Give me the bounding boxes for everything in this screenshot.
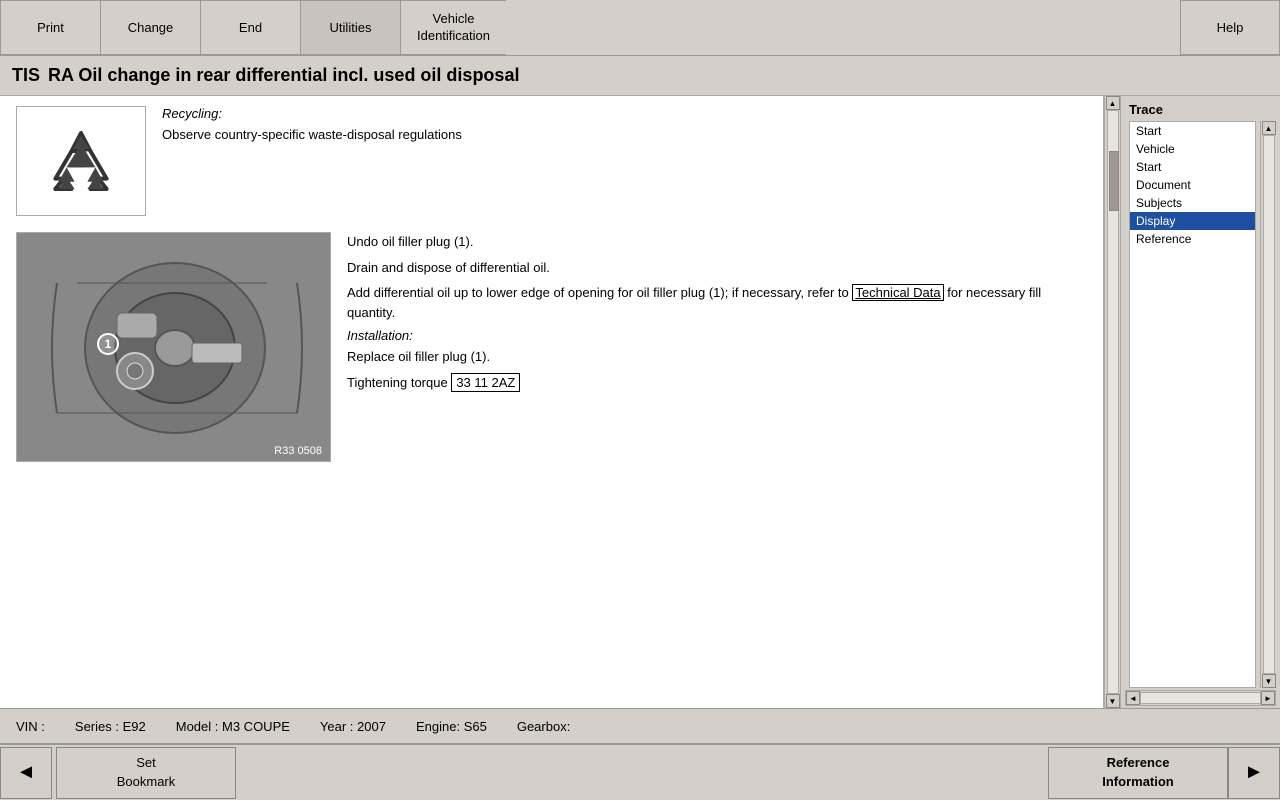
trace-item-document[interactable]: Document [1130,176,1255,194]
recycling-label: Recycling: [162,106,1087,121]
year-value: 2007 [357,719,386,734]
tightening-torque: Tightening torque 33 11 2AZ [347,373,1087,393]
utilities-button[interactable]: Utilities [300,0,400,55]
model-field: Model : M3 COUPE [176,719,290,734]
toolbar: Print Change End Utilities Vehicle Ident… [0,0,1280,56]
trace-scroll-left[interactable]: ◄ [1126,691,1140,705]
series-value: E92 [123,719,146,734]
torque-value[interactable]: 33 11 2AZ [451,373,520,392]
recycle-icon [41,121,121,201]
content-area: Recycling: Observe country-specific wast… [0,96,1104,708]
instruction-2: Drain and dispose of differential oil. [347,258,1087,278]
vin-label: VIN : [16,719,45,734]
differential-svg [17,233,331,462]
instructions-block: Undo oil filler plug (1). Drain and disp… [347,232,1087,462]
trace-item-vehicle[interactable]: Vehicle [1130,140,1255,158]
trace-item-start1[interactable]: Start [1130,122,1255,140]
trace-item-start2[interactable]: Start [1130,158,1255,176]
trace-item-display[interactable]: Display [1130,212,1255,230]
end-button[interactable]: End [200,0,300,55]
oil-change-section: 1 R33 0508 Undo oil filler plug (1). Dra… [16,232,1087,462]
recycling-text-block: Recycling: Observe country-specific wast… [162,106,1087,216]
series-label: Series : [75,719,119,734]
title-text: RA Oil change in rear differential incl.… [48,65,519,86]
change-button[interactable]: Change [100,0,200,55]
set-bookmark-button[interactable]: Set Bookmark [56,747,236,799]
help-button[interactable]: Help [1180,0,1280,55]
title-bar: TIS RA Oil change in rear differential i… [0,56,1280,96]
content-scrollbar: ▲ ▼ [1104,96,1120,708]
instruction-3-prefix: Add differential oil up to lower edge of… [347,285,852,300]
vehicle-id-button[interactable]: Vehicle Identification [400,0,506,55]
forward-button[interactable]: ► [1228,747,1280,799]
scroll-down-arrow[interactable]: ▼ [1106,694,1120,708]
installation-label: Installation: [347,328,1087,343]
image-label: R33 0508 [274,445,322,457]
print-button[interactable]: Print [0,0,100,55]
trace-list: Start Vehicle Start Document Subjects Di… [1129,121,1256,688]
tightening-prefix: Tightening torque [347,375,451,390]
recycling-section: Recycling: Observe country-specific wast… [16,106,1087,216]
engine-field: Engine: S65 [416,719,487,734]
reference-information-button[interactable]: Reference Information [1048,747,1228,799]
content-scroll-wrapper: Recycling: Observe country-specific wast… [0,96,1120,708]
gearbox-label: Gearbox: [517,719,570,734]
trace-panel: Trace Start Vehicle Start Document Subje… [1120,96,1280,708]
trace-scroll-down[interactable]: ▼ [1262,674,1276,688]
differential-image: 1 R33 0508 [16,232,331,462]
trace-scrollbar-h: ◄ ► [1125,690,1276,706]
trace-scroll-right[interactable]: ► [1261,691,1275,705]
technical-data-link[interactable]: Technical Data [852,284,943,301]
recycling-instruction: Observe country-specific waste-disposal … [162,125,1087,145]
year-label: Year : [320,719,354,734]
status-bar: VIN : Series : E92 Model : M3 COUPE Year… [0,708,1280,744]
circle-number-1: 1 [97,333,119,355]
engine-label: Engine: [416,719,460,734]
trace-item-reference[interactable]: Reference [1130,230,1255,248]
main-area: Recycling: Observe country-specific wast… [0,96,1280,708]
trace-h-track[interactable] [1140,692,1261,704]
trace-scroll-track[interactable] [1263,135,1275,674]
title-tis: TIS [12,65,40,86]
instruction-1: Undo oil filler plug (1). [347,232,1087,252]
trace-item-subjects[interactable]: Subjects [1130,194,1255,212]
model-value: M3 COUPE [222,719,290,734]
bottom-bar: ◄ Set Bookmark Reference Information ► [0,744,1280,800]
back-button[interactable]: ◄ [0,747,52,799]
trace-scrollbar-v: ▲ ▼ [1260,121,1276,688]
engine-value: S65 [464,719,487,734]
scroll-track[interactable] [1107,110,1119,694]
installation-instruction: Replace oil filler plug (1). [347,347,1087,367]
trace-header: Trace [1121,96,1280,121]
series-field: Series : E92 [75,719,146,734]
recycle-image [16,106,146,216]
instruction-3: Add differential oil up to lower edge of… [347,283,1087,322]
trace-scroll-up[interactable]: ▲ [1262,121,1276,135]
scroll-thumb[interactable] [1109,151,1119,211]
scroll-up-arrow[interactable]: ▲ [1106,96,1120,110]
model-label: Model : [176,719,219,734]
year-field: Year : 2007 [320,719,386,734]
